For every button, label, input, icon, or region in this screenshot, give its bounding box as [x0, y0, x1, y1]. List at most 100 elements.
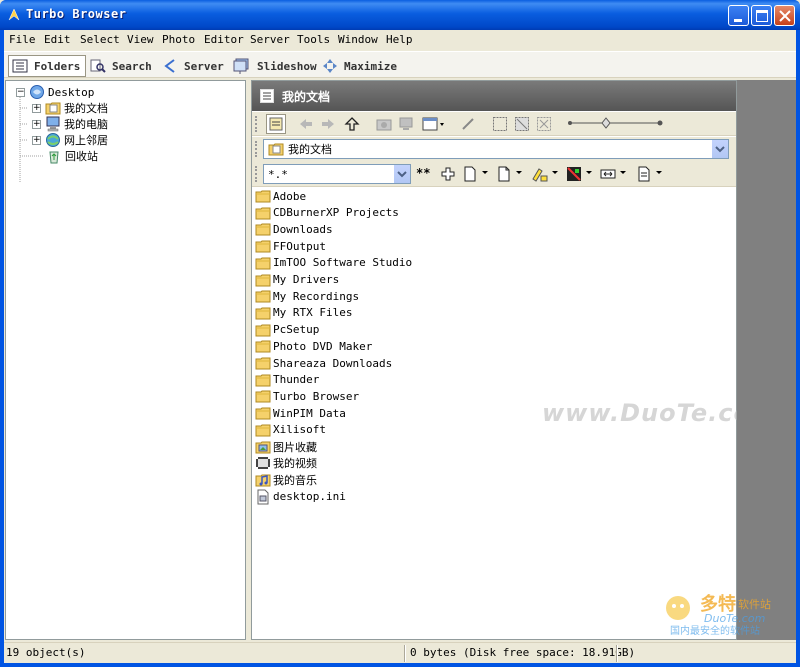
- file-list-item[interactable]: Photo DVD Maker: [255, 338, 372, 354]
- add-icon[interactable]: [440, 166, 456, 182]
- color-dropdown[interactable]: [586, 171, 592, 174]
- file-name: FFOutput: [273, 239, 326, 253]
- file-list-item[interactable]: 我的音乐: [255, 472, 317, 488]
- folder-icon: [255, 223, 271, 236]
- file-list-item[interactable]: 图片收藏: [255, 439, 317, 455]
- menu-help[interactable]: Help: [386, 33, 413, 46]
- folders-label: Folders: [34, 59, 81, 73]
- network-places-icon: [46, 133, 60, 147]
- edit-pen-icon[interactable]: [460, 116, 476, 132]
- select-none-icon[interactable]: [536, 116, 552, 132]
- file-list-item[interactable]: desktop.ini: [255, 489, 346, 505]
- folder-icon: [255, 424, 271, 437]
- expand-toggle[interactable]: +: [32, 135, 41, 145]
- view-mode-icon[interactable]: [422, 116, 446, 132]
- logo-suffix-text: 软件站: [738, 597, 771, 611]
- menu-editor[interactable]: Editor: [204, 33, 244, 46]
- up-folder-icon[interactable]: [344, 116, 360, 132]
- minimize-button[interactable]: [728, 5, 749, 26]
- maximize-view-button[interactable]: Maximize: [322, 55, 397, 77]
- back-icon[interactable]: [298, 116, 314, 132]
- main-toolbar: Folders Search Server Slideshow Maximize: [4, 51, 796, 78]
- duote-logo-watermark: 多特 软件站 DuoTe.com 国内最安全的软件站: [666, 593, 771, 636]
- file-list-item[interactable]: My Drivers: [255, 272, 339, 288]
- file-list-item[interactable]: My RTX Files: [255, 305, 352, 321]
- folders-button[interactable]: Folders: [8, 55, 87, 77]
- tree-item-my-documents[interactable]: + 我的文档: [32, 100, 108, 116]
- search-label: Search: [112, 59, 152, 73]
- file-list-item[interactable]: FFOutput: [255, 238, 326, 254]
- file-list-item[interactable]: Thunder: [255, 372, 319, 388]
- tree-item-desktop[interactable]: − Desktop: [16, 84, 94, 100]
- resize-dropdown[interactable]: [620, 171, 626, 174]
- file-list-item[interactable]: Downloads: [255, 221, 333, 237]
- expand-toggle[interactable]: +: [32, 119, 41, 129]
- menu-tools[interactable]: Tools: [297, 33, 330, 46]
- page-icon[interactable]: [636, 166, 652, 182]
- new-file-icon[interactable]: [462, 166, 478, 182]
- file-name: 图片收藏: [273, 440, 317, 454]
- file-list-item[interactable]: 我的视频: [255, 455, 317, 471]
- file-list-item[interactable]: CDBurnerXP Projects: [255, 205, 399, 221]
- menu-file[interactable]: File: [9, 33, 36, 46]
- server-button[interactable]: Server: [162, 55, 224, 77]
- properties-icon[interactable]: [266, 114, 286, 134]
- highlight-icon[interactable]: [530, 166, 548, 182]
- search-button[interactable]: Search: [90, 55, 152, 77]
- highlight-dropdown[interactable]: [552, 171, 558, 174]
- expand-toggle[interactable]: +: [32, 103, 41, 113]
- file-name: Xilisoft: [273, 423, 326, 437]
- file-filter-combo[interactable]: *.*: [263, 164, 411, 184]
- file-name: desktop.ini: [273, 490, 346, 504]
- file-list-item[interactable]: My Recordings: [255, 288, 359, 304]
- file-list-item[interactable]: Xilisoft: [255, 422, 326, 438]
- preview-area: [737, 80, 796, 640]
- thumbnail-size-slider[interactable]: [566, 117, 666, 129]
- menu-server[interactable]: Server: [250, 33, 290, 46]
- address-dropdown-button[interactable]: [711, 140, 728, 158]
- browser-pane: 我的文档 我的文档 *.* ** Adobe CDBurnerXP Projec…: [251, 80, 776, 640]
- recycle-bin-icon: [49, 151, 59, 164]
- title-bar[interactable]: Turbo Browser: [0, 0, 800, 30]
- file-list-item[interactable]: PcSetup: [255, 322, 319, 338]
- my-pictures-icon: [255, 441, 271, 453]
- file-list-item[interactable]: Adobe: [255, 188, 306, 204]
- menu-view[interactable]: View: [127, 33, 154, 46]
- menu-edit[interactable]: Edit: [44, 33, 71, 46]
- menu-photo[interactable]: Photo: [162, 33, 195, 46]
- monitor-icon[interactable]: [398, 116, 414, 132]
- select-all-icon[interactable]: [492, 116, 508, 132]
- file-list-item[interactable]: Turbo Browser: [255, 388, 359, 404]
- file-list-item[interactable]: WinPIM Data: [255, 405, 346, 421]
- forward-icon[interactable]: [320, 116, 336, 132]
- filter-toolbar: *.* **: [252, 161, 736, 187]
- page-dropdown[interactable]: [656, 171, 662, 174]
- document-dropdown[interactable]: [516, 171, 522, 174]
- tree-item-my-computer[interactable]: + 我的电脑: [32, 116, 108, 132]
- filter-dropdown-button[interactable]: [393, 165, 410, 183]
- slideshow-label: Slideshow: [257, 59, 317, 73]
- menu-window[interactable]: Window: [338, 33, 378, 46]
- resize-icon[interactable]: [600, 166, 616, 182]
- address-combo[interactable]: 我的文档: [263, 139, 729, 159]
- file-list-item[interactable]: Shareaza Downloads: [255, 355, 392, 371]
- maximize-window-button[interactable]: [751, 5, 772, 26]
- slideshow-button[interactable]: Slideshow: [233, 55, 317, 77]
- tree-item-network-places[interactable]: + 网上邻居: [32, 132, 108, 148]
- color-picker-icon[interactable]: [566, 166, 582, 182]
- folder-tree[interactable]: − Desktop + 我的文档 + 我的电脑 + 网上邻居 回收站: [5, 80, 246, 640]
- close-button[interactable]: [774, 5, 795, 26]
- filter-extra-label[interactable]: **: [416, 166, 430, 180]
- tree-item-recycle-bin[interactable]: 回收站: [46, 148, 98, 164]
- menu-select[interactable]: Select: [80, 33, 120, 46]
- camera-icon[interactable]: [376, 116, 392, 132]
- folder-icon: [255, 207, 271, 220]
- select-invert-icon[interactable]: [514, 116, 530, 132]
- folder-icon: [255, 407, 271, 420]
- collapse-toggle[interactable]: −: [16, 87, 25, 97]
- new-file-dropdown[interactable]: [482, 171, 488, 174]
- file-list-item[interactable]: ImTOO Software Studio: [255, 255, 412, 271]
- document-icon[interactable]: [496, 166, 512, 182]
- file-name: Thunder: [273, 373, 320, 387]
- folder-icon: [255, 390, 271, 403]
